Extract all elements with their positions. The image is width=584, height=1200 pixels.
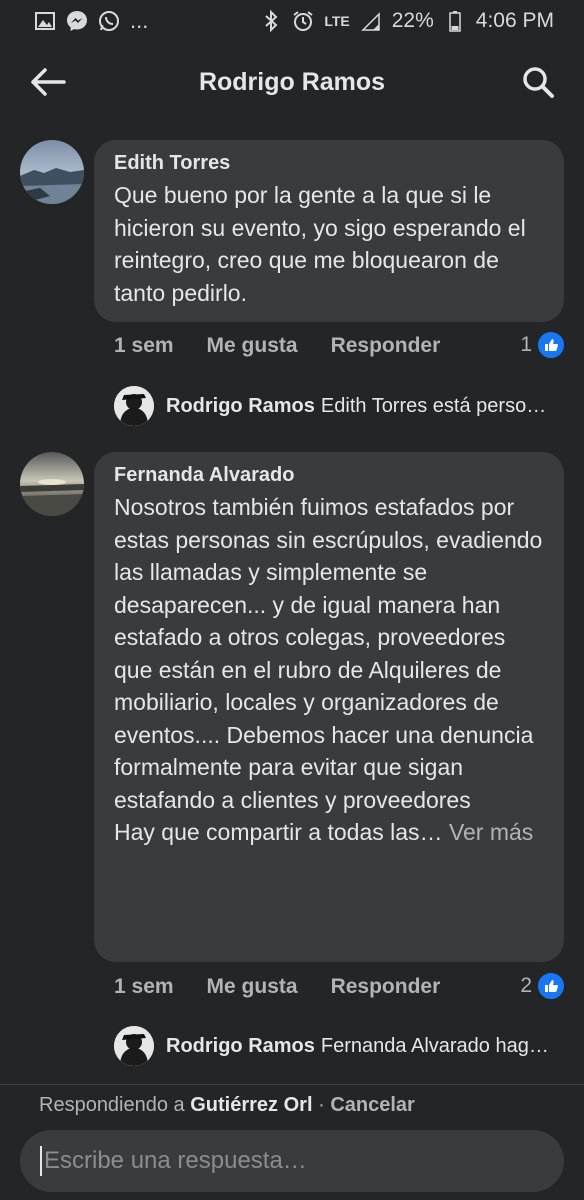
reply-author: Rodrigo Ramos — [166, 394, 315, 417]
replying-prefix: Respondiendo a — [39, 1094, 185, 1116]
like-button[interactable]: Me gusta — [207, 975, 298, 999]
replying-to-banner: Respondiendo a Gutiérrez Orl · Cancelar — [39, 1094, 415, 1117]
comment-time[interactable]: 1 sem — [114, 975, 174, 999]
comment-actions: 1 sem Me gusta Responder — [114, 975, 473, 999]
clock: 4:06 PM — [475, 9, 554, 32]
whatsapp-icon — [98, 10, 120, 32]
thumbs-up-icon — [536, 971, 566, 1001]
reply-button[interactable]: Responder — [331, 975, 441, 999]
avatar[interactable] — [20, 140, 84, 204]
header: Rodrigo Ramos — [0, 42, 584, 122]
comment-bubble[interactable]: Edith Torres Que bueno por la gente a la… — [94, 140, 564, 322]
divider — [0, 1084, 584, 1085]
reply-preview[interactable]: Rodrigo Ramos Fernanda Alvarado hag… — [114, 1026, 564, 1066]
comment-text: Que bueno por la gente a la que si le hi… — [114, 182, 526, 306]
alarm-icon — [292, 10, 314, 32]
gallery-icon — [34, 10, 56, 32]
comment-author[interactable]: Edith Torres — [114, 152, 546, 175]
comment-text: Nosotros también fuimos estafados por es… — [114, 494, 543, 813]
like-button[interactable]: Me gusta — [207, 334, 298, 358]
status-bar: ... LTE 22% 4:06 PM — [0, 0, 584, 42]
back-button[interactable] — [26, 60, 70, 104]
separator-dot: · — [318, 1094, 325, 1116]
avatar — [114, 1026, 154, 1066]
avatar — [114, 386, 154, 426]
reply-input-container[interactable] — [20, 1130, 564, 1192]
reply-preview[interactable]: Rodrigo Ramos Edith Torres está perso… — [114, 386, 564, 426]
search-icon — [523, 67, 554, 98]
thumbs-up-icon — [536, 330, 566, 360]
reply-input[interactable] — [40, 1146, 544, 1176]
network-type: LTE — [324, 13, 350, 29]
reply-author: Rodrigo Ramos — [166, 1034, 315, 1057]
reply-text: Fernanda Alvarado hag… — [320, 1034, 549, 1057]
comment-author[interactable]: Fernanda Alvarado — [114, 464, 546, 487]
like-count[interactable]: 1 — [520, 330, 566, 360]
reply-text: Edith Torres está perso… — [320, 394, 547, 417]
comment-actions: 1 sem Me gusta Responder — [114, 334, 473, 358]
more-notifications: ... — [130, 8, 149, 33]
cancel-reply-button[interactable]: Cancelar — [330, 1094, 415, 1116]
see-more-link[interactable]: Ver más — [449, 819, 533, 845]
comment-time[interactable]: 1 sem — [114, 334, 174, 358]
comment-text-truncated: Hay que compartir a todas las… — [114, 819, 443, 845]
arrow-left-icon — [31, 68, 66, 96]
bluetooth-icon — [260, 10, 282, 32]
battery-icon — [444, 10, 466, 32]
battery-percent: 22% — [391, 9, 434, 32]
like-count-number: 1 — [520, 333, 532, 356]
comment-bubble[interactable]: Fernanda Alvarado Nosotros también fuimo… — [94, 452, 564, 962]
signal-icon — [360, 10, 382, 32]
avatar[interactable] — [20, 452, 84, 516]
replying-target: Gutiérrez Orl — [190, 1094, 313, 1116]
messenger-icon — [66, 10, 88, 32]
page-title: Rodrigo Ramos — [198, 67, 386, 96]
search-button[interactable] — [516, 60, 560, 104]
like-count-number: 2 — [520, 974, 532, 997]
like-count[interactable]: 2 — [520, 971, 566, 1001]
reply-button[interactable]: Responder — [331, 334, 441, 358]
